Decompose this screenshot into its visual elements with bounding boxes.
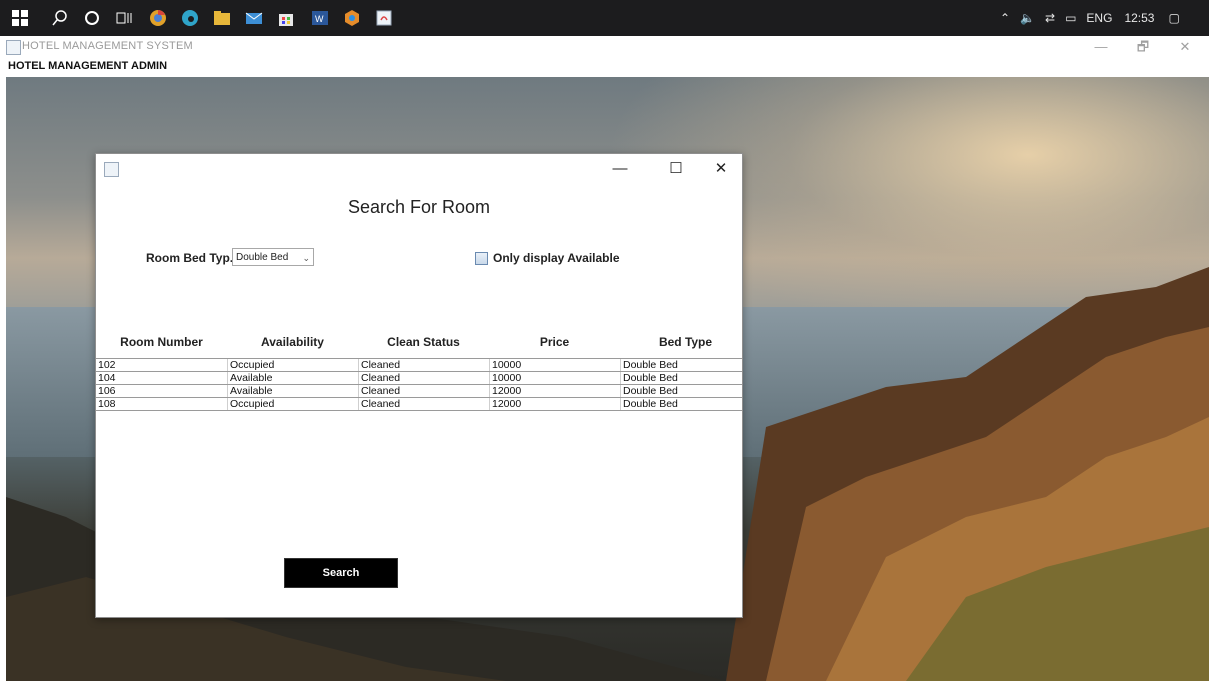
cell-price[interactable]: 12000 — [489, 398, 621, 410]
word-icon[interactable]: W — [310, 8, 330, 28]
search-icon[interactable] — [50, 8, 70, 28]
chrome-icon[interactable] — [148, 8, 168, 28]
cell-room-number[interactable]: 104 — [96, 372, 227, 384]
column-header-availability[interactable]: Availability — [227, 335, 358, 349]
table-row[interactable]: 106 Available Cleaned 12000 Double Bed — [96, 385, 742, 398]
restore-button[interactable]: 🗗 — [1128, 37, 1158, 57]
cell-price[interactable]: 10000 — [489, 359, 621, 371]
cell-availability[interactable]: Available — [227, 385, 359, 397]
cell-bed-type[interactable]: Double Bed — [620, 372, 752, 384]
search-button[interactable]: Search — [284, 558, 398, 588]
cell-room-number[interactable]: 108 — [96, 398, 227, 410]
dialog-maximize-button[interactable]: ☐ — [661, 158, 691, 180]
cell-bed-type[interactable]: Double Bed — [620, 359, 752, 371]
only-available-label: Only display Available — [493, 251, 620, 265]
java-app-icon — [104, 162, 119, 177]
column-header-room-number[interactable]: Room Number — [96, 335, 227, 349]
checkbox-box[interactable] — [475, 251, 488, 265]
battery-icon[interactable]: ▭ — [1065, 11, 1076, 25]
chevron-down-icon: ⌄ — [302, 253, 310, 263]
language-indicator[interactable]: ENG — [1086, 11, 1112, 25]
java-app-icon[interactable] — [374, 8, 394, 28]
cell-clean-status[interactable]: Cleaned — [358, 385, 490, 397]
dialog-minimize-button[interactable]: — — [605, 158, 635, 180]
cell-price[interactable]: 12000 — [489, 385, 621, 397]
room-table: 102 Occupied Cleaned 10000 Double Bed 10… — [96, 358, 742, 411]
table-row[interactable]: 108 Occupied Cleaned 12000 Double Bed — [96, 398, 742, 411]
cell-clean-status[interactable]: Cleaned — [358, 372, 490, 384]
column-header-price[interactable]: Price — [489, 335, 620, 349]
bed-type-select[interactable]: Double Bed ⌄ — [232, 248, 314, 266]
app-icon[interactable] — [342, 8, 362, 28]
page-title: Search For Room — [347, 197, 491, 217]
store-icon[interactable] — [276, 8, 296, 28]
cell-clean-status[interactable]: Cleaned — [358, 359, 490, 371]
menubar: HOTEL MANAGEMENT ADMIN — [0, 58, 1209, 76]
edge-icon[interactable] — [180, 8, 200, 28]
column-header-bed-type[interactable]: Bed Type — [620, 335, 751, 349]
cell-room-number[interactable]: 106 — [96, 385, 227, 397]
app-title: HOTEL MANAGEMENT SYSTEM — [22, 40, 193, 52]
table-row[interactable]: 104 Available Cleaned 10000 Double Bed — [96, 372, 742, 385]
volume-icon[interactable]: 🔈 — [1020, 11, 1035, 25]
cell-room-number[interactable]: 102 — [96, 359, 227, 371]
cell-bed-type[interactable]: Double Bed — [620, 398, 752, 410]
mail-icon[interactable] — [244, 8, 264, 28]
close-button[interactable]: ✕ — [1170, 37, 1200, 57]
windows-taskbar: W ⌃ 🔈 ⇄ ▭ ENG 12:53 ▢ — [0, 0, 1209, 36]
cell-availability[interactable]: Occupied — [227, 398, 359, 410]
windows-start-icon[interactable] — [10, 8, 30, 28]
search-room-dialog: — ☐ ✕ Search For Room Room Bed Typ... Do… — [95, 153, 743, 618]
bed-type-label: Room Bed Typ... — [146, 251, 240, 265]
file-explorer-icon[interactable] — [212, 8, 232, 28]
column-header-clean-status[interactable]: Clean Status — [358, 335, 489, 349]
cell-bed-type[interactable]: Double Bed — [620, 385, 752, 397]
menu-hotel-management[interactable]: HOTEL MANAGEMENT — [8, 60, 128, 72]
cell-price[interactable]: 10000 — [489, 372, 621, 384]
table-header: Room Number Availability Clean Status Pr… — [96, 335, 742, 357]
cell-availability[interactable]: Available — [227, 372, 359, 384]
task-view-icon[interactable] — [114, 8, 134, 28]
system-tray: ⌃ 🔈 ⇄ ▭ ENG 12:53 ▢ — [1000, 0, 1180, 36]
dialog-close-button[interactable]: ✕ — [706, 158, 736, 180]
cell-clean-status[interactable]: Cleaned — [358, 398, 490, 410]
table-row[interactable]: 102 Occupied Cleaned 10000 Double Bed — [96, 358, 742, 372]
svg-text:W: W — [315, 14, 324, 24]
minimize-button[interactable]: — — [1086, 37, 1116, 57]
notification-icon[interactable]: ▢ — [1168, 11, 1179, 25]
clock[interactable]: 12:53 — [1124, 11, 1154, 25]
app-titlebar: HOTEL MANAGEMENT SYSTEM — 🗗 ✕ — [0, 36, 1209, 58]
menu-admin[interactable]: ADMIN — [131, 60, 167, 72]
cell-availability[interactable]: Occupied — [227, 359, 359, 371]
cortana-icon[interactable] — [82, 8, 102, 28]
network-icon[interactable]: ⇄ — [1045, 11, 1055, 25]
bed-type-value: Double Bed — [236, 252, 289, 263]
only-available-checkbox[interactable]: Only display Available — [475, 251, 620, 265]
java-app-icon — [6, 40, 21, 55]
chevron-up-icon[interactable]: ⌃ — [1000, 11, 1010, 25]
